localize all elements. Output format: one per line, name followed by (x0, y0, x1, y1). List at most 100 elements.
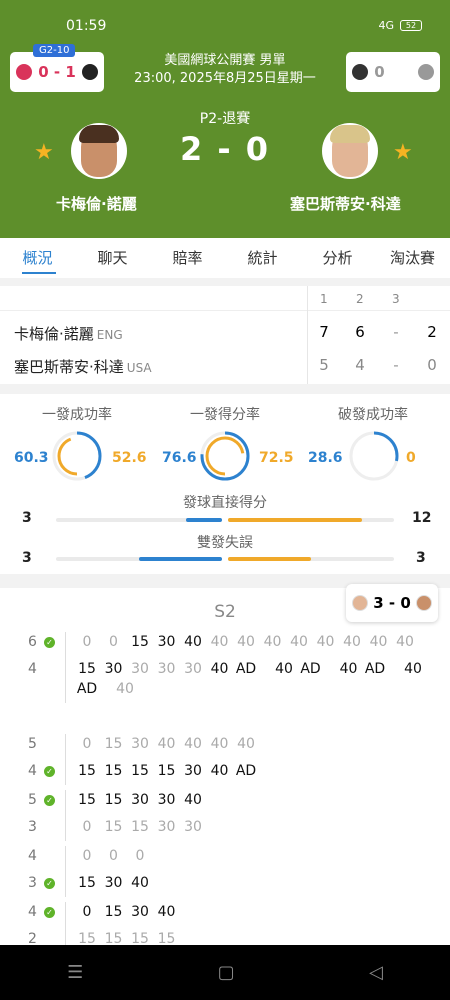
stat-title: 破發成功率 (338, 407, 408, 423)
player2-avatar[interactable] (322, 123, 378, 179)
tab-stats[interactable]: 統計 (225, 238, 300, 278)
tab-chat[interactable]: 聊天 (75, 238, 150, 278)
point-score: 40 (184, 634, 202, 650)
bar-left-value: 3 (22, 510, 32, 526)
serve-ball-icon: ✓ (44, 766, 55, 777)
stats-panel: 一發成功率 一發得分率 破發成功率 60.3 52.6 76.6 72.5 28… (0, 394, 450, 574)
stat-title: 一發成功率 (42, 407, 112, 423)
battery-icon: 52 (400, 20, 422, 31)
stat-left-value: 28.6 (308, 450, 343, 466)
set-header: 3 (392, 292, 400, 306)
network-indicator: 4G (378, 19, 394, 32)
left-series-card[interactable]: 0 - 1 (10, 52, 104, 92)
point-score: 40 (339, 661, 358, 677)
game-score-top: 5 (28, 792, 37, 808)
point-score: 30 (157, 634, 176, 650)
menu-nav-icon[interactable]: ☰ (67, 962, 83, 983)
stat-right-value: 0 (406, 450, 416, 466)
point-score: 40 (184, 792, 202, 808)
stat-left-value: 60.3 (14, 450, 49, 466)
right-series-card[interactable]: 0 - 2 (346, 52, 440, 92)
point-score: 40 (210, 763, 229, 779)
set-cell: 7 (319, 323, 329, 341)
point-score: 0 (82, 904, 92, 920)
ring-chart (200, 431, 250, 481)
home-nav-icon[interactable]: ▢ (218, 962, 235, 983)
team-logo-icon (352, 64, 369, 80)
point-by-point: S2 3 - 0 0 0 15 30 40 40 40 40 40 40 40 40 40 15 30 30 3… (0, 584, 450, 953)
point-score: 15 (78, 763, 96, 779)
stat-title: 一發得分率 (190, 407, 260, 423)
point-score: 40 (316, 634, 335, 650)
set-cell: 6 (355, 323, 365, 341)
point-score: 15 (78, 792, 96, 808)
event-datetime: 23:00, 2025年8月25日星期一 (134, 71, 316, 86)
point-score: AD (235, 763, 257, 779)
game-score-top: 6 (28, 634, 37, 650)
player1-avatar[interactable] (71, 123, 127, 179)
point-score: 0 (135, 848, 145, 864)
point-score: 15 (131, 819, 149, 835)
game-score-bottom: 3 (28, 819, 37, 835)
status-indicators: 4G 52 (378, 19, 422, 32)
set-cell: 5 (319, 356, 329, 374)
game-divider (65, 790, 66, 841)
set-score-table: 1 2 3 卡梅倫·諾麗 ENG 7 6 - 2 塞巴斯蒂安·科達 USA 5 4 … (0, 286, 450, 384)
point-score: 0 (82, 848, 92, 864)
ring-chart (52, 431, 102, 481)
game-score-bottom: 3 (28, 875, 37, 891)
bar-right-value: 3 (416, 550, 426, 566)
point-score: 0 (82, 819, 92, 835)
avatar (415, 595, 432, 611)
point-score: AD (76, 681, 98, 697)
tab-analysis[interactable]: 分析 (300, 238, 375, 278)
floating-score-card[interactable]: 3 - 0 (346, 584, 438, 622)
stat-right-value: 72.5 (259, 450, 294, 466)
table-row-player2: 塞巴斯蒂安·科達 USA (14, 358, 152, 376)
tab-odds[interactable]: 賠率 (150, 238, 225, 278)
point-score: 40 (237, 634, 255, 650)
game-divider (65, 734, 66, 785)
point-score: 30 (131, 736, 149, 752)
point-score: 0 (109, 848, 118, 864)
game-score-bottom: 4 (28, 763, 37, 779)
series-badge: G2-10 (33, 44, 76, 57)
ring-chart (349, 431, 399, 481)
set-cell: 4 (355, 356, 365, 374)
star-icon[interactable]: ★ (393, 140, 413, 165)
set-header: 1 (320, 292, 328, 306)
point-score: 15 (131, 634, 149, 650)
point-score: 40 (263, 634, 282, 650)
point-score: 40 (157, 736, 176, 752)
serve-ball-icon: ✓ (44, 878, 55, 889)
floating-score: 3 - 0 (373, 594, 411, 612)
point-score: 15 (131, 763, 149, 779)
set-cell: - (393, 323, 399, 341)
point-score: 40 (404, 661, 422, 677)
tab-knockout[interactable]: 淘汰賽 (375, 238, 450, 278)
active-tab-indicator (22, 272, 56, 274)
point-score: 15 (104, 904, 123, 920)
game-score-bottom: 4 (28, 661, 37, 677)
point-score: 40 (210, 661, 229, 677)
table-row-player1: 卡梅倫·諾麗 ENG (14, 325, 123, 343)
bar-fill-right (228, 557, 311, 561)
point-score: 0 (109, 634, 118, 650)
point-score: 40 (184, 736, 202, 752)
point-score: 40 (396, 634, 414, 650)
player2-name[interactable]: 塞巴斯蒂安·科達 (290, 193, 401, 214)
set-header: 2 (356, 292, 364, 306)
point-score: 40 (157, 904, 176, 920)
stat-left-value: 76.6 (162, 450, 197, 466)
game-divider (65, 632, 66, 703)
point-score: 40 (343, 634, 361, 650)
point-score: 30 (131, 792, 149, 808)
point-score: 30 (157, 792, 176, 808)
bar-title: 雙發失誤 (197, 535, 253, 551)
point-score: 30 (104, 875, 123, 891)
back-nav-icon[interactable]: ◁ (369, 962, 383, 983)
player1-name[interactable]: 卡梅倫·諾麗 (56, 193, 137, 214)
point-score: 15 (104, 819, 123, 835)
star-icon[interactable]: ★ (34, 140, 54, 165)
point-score: 40 (237, 736, 255, 752)
